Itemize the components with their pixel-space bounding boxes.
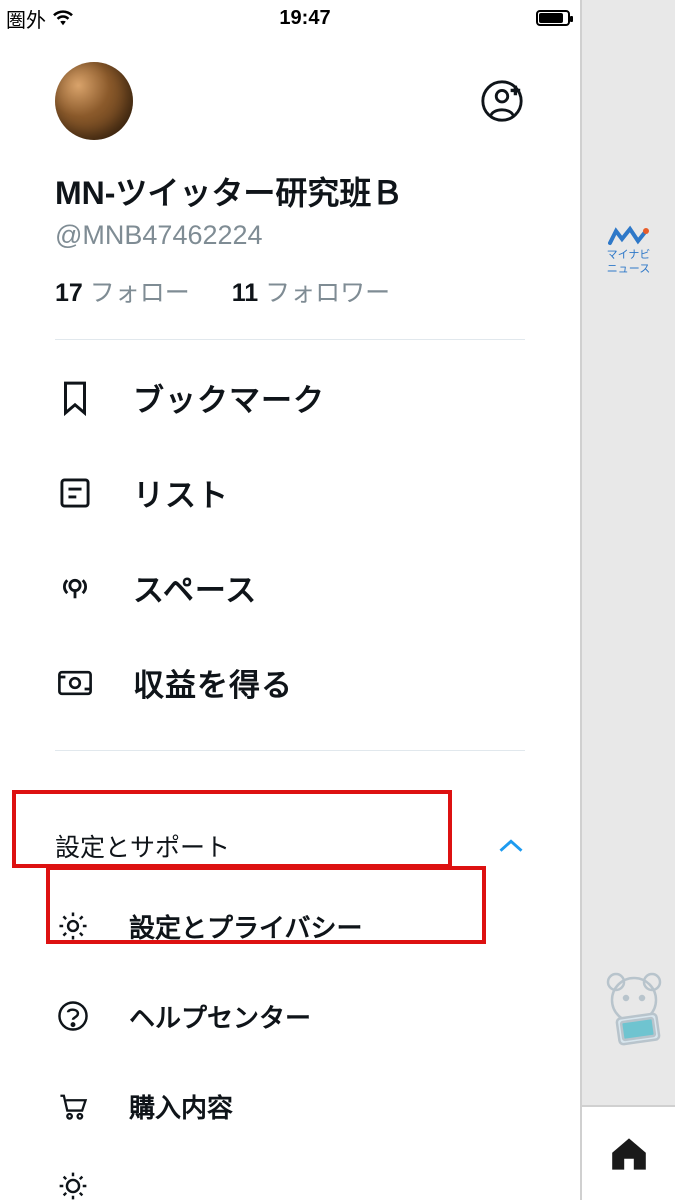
home-button[interactable] (582, 1105, 675, 1200)
list-icon (55, 473, 95, 513)
menu-label: リスト (133, 470, 229, 515)
menu-label: 収益を得る (133, 660, 293, 705)
monetization-icon (55, 663, 95, 703)
battery-icon (536, 10, 570, 26)
chevron-up-icon (497, 837, 525, 855)
spaces-icon (55, 568, 95, 608)
mynavi-mark-icon (608, 225, 650, 247)
settings-support-header[interactable]: 設定とサポート (0, 811, 580, 881)
carrier-text: 圏外 (6, 4, 46, 33)
avatar[interactable] (55, 62, 133, 140)
follow-stats: 17 フォロー 11 フォロワー (55, 273, 525, 309)
cart-icon (55, 1088, 91, 1124)
mynavi-text-2: ニュース (607, 263, 650, 275)
menu-help-center[interactable]: ヘルプセンター (0, 971, 580, 1061)
sub-label: 購入内容 (129, 1088, 233, 1125)
followers-link[interactable]: 11 フォロワー (232, 279, 390, 307)
menu-bookmarks[interactable]: ブックマーク (0, 350, 580, 445)
status-bar: 圏外 19:47 (0, 0, 580, 36)
navigation-drawer: 圏外 19:47 (0, 0, 580, 1200)
brightness-icon (55, 1168, 91, 1200)
bookmark-icon (55, 378, 95, 418)
clock: 19:47 (279, 7, 330, 30)
menu-purchases[interactable]: 購入内容 (0, 1061, 580, 1151)
sub-label: ヘルプセンター (129, 998, 311, 1035)
wifi-icon (52, 9, 74, 27)
followers-count: 11 (232, 279, 258, 307)
following-count: 17 (55, 279, 83, 307)
home-icon (609, 1136, 649, 1172)
mynavi-text-1: マイナビ (607, 249, 651, 261)
menu-monetization[interactable]: 収益を得る (0, 635, 580, 730)
screen: 圏外 19:47 (0, 0, 675, 1200)
following-label: フォロー (90, 279, 190, 307)
menu-label: スペース (133, 565, 257, 610)
sub-label: 設定とプライバシー (129, 908, 362, 945)
menu-spaces[interactable]: スペース (0, 540, 580, 635)
profile-section: MN-ツイッター研究班Ｂ @MNB47462224 17 フォロー 11 フォロ… (0, 36, 580, 309)
add-account-icon[interactable] (479, 78, 525, 124)
main-menu: ブックマーク リスト スペース 収益を得る (0, 340, 580, 730)
menu-lists[interactable]: リスト (0, 445, 580, 540)
menu-display[interactable] (0, 1151, 580, 1200)
mynavi-logo: マイナビ ニュース (582, 225, 675, 275)
username-handle[interactable]: @MNB47462224 (55, 220, 525, 251)
section-title: 設定とサポート (55, 828, 230, 864)
menu-label: ブックマーク (133, 375, 325, 420)
menu-settings-privacy[interactable]: 設定とプライバシー (0, 881, 580, 971)
gear-icon (55, 908, 91, 944)
mascot-icon[interactable] (586, 970, 675, 1050)
followers-label: フォロワー (265, 279, 390, 307)
help-icon (55, 998, 91, 1034)
display-name[interactable]: MN-ツイッター研究班Ｂ (55, 168, 525, 214)
background-panel: マイナビ ニュース (580, 0, 675, 1200)
following-link[interactable]: 17 フォロー (55, 279, 197, 307)
status-right (536, 10, 570, 26)
status-left: 圏外 (6, 4, 74, 33)
